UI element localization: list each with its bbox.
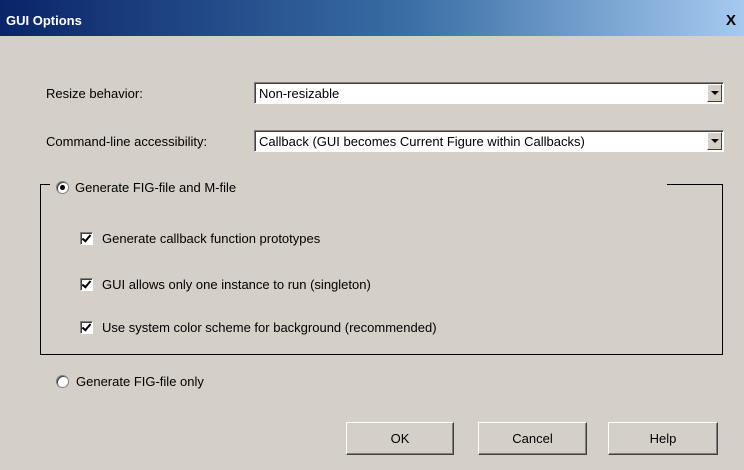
gui-options-dialog: GUI Options X Resize behavior: Non-resiz… (0, 0, 744, 470)
cancel-button[interactable]: Cancel (478, 422, 587, 455)
callback-prototypes-label[interactable]: Generate callback function prototypes (102, 231, 320, 246)
chevron-down-icon[interactable] (707, 132, 722, 150)
ok-button[interactable]: OK (346, 422, 454, 455)
radio-generate-fig-and-m-file[interactable] (56, 181, 69, 194)
system-color-scheme-label[interactable]: Use system color scheme for background (… (102, 320, 437, 335)
chevron-down-icon[interactable] (707, 84, 722, 102)
generate-fig-and-m-file-label[interactable]: Generate FIG-file and M-file (75, 180, 236, 195)
checkbox-singleton[interactable] (80, 278, 93, 291)
resize-behavior-select[interactable]: Non-resizable (254, 82, 724, 104)
generate-fig-only-label[interactable]: Generate FIG-file only (76, 374, 204, 389)
checkbox-system-color-scheme[interactable] (80, 321, 93, 334)
command-line-accessibility-value: Callback (GUI becomes Current Figure wit… (259, 134, 585, 149)
window-title: GUI Options (6, 13, 82, 28)
checkbox-callback-prototypes[interactable] (80, 232, 93, 245)
close-icon[interactable]: X (726, 13, 744, 29)
command-line-accessibility-select[interactable]: Callback (GUI becomes Current Figure wit… (254, 130, 724, 152)
resize-behavior-label: Resize behavior: (46, 86, 143, 101)
help-button[interactable]: Help (608, 422, 718, 455)
radio-generate-fig-only[interactable] (56, 375, 69, 388)
resize-behavior-value: Non-resizable (259, 86, 340, 101)
title-bar: GUI Options X (0, 0, 744, 36)
singleton-label[interactable]: GUI allows only one instance to run (sin… (102, 277, 371, 292)
command-line-accessibility-label: Command-line accessibility: (46, 134, 208, 149)
